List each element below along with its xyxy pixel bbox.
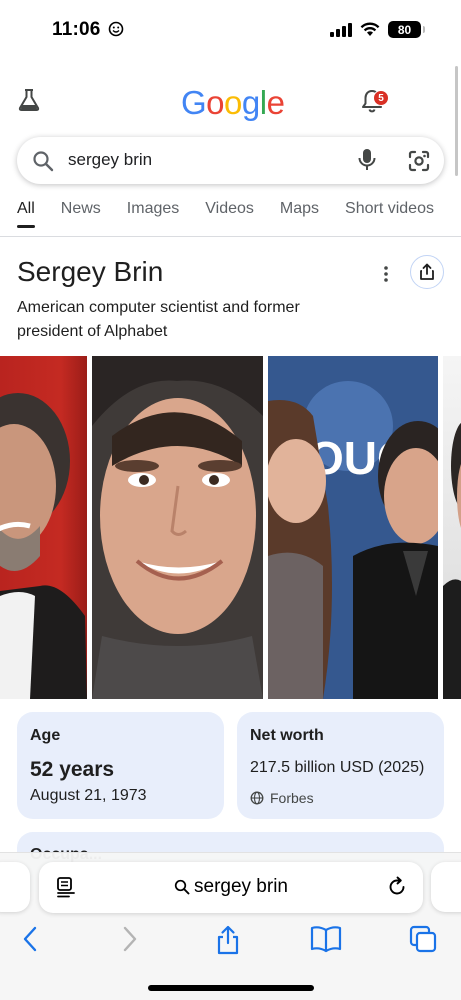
photo-partial[interactable] (443, 356, 461, 699)
scrollbar[interactable] (455, 66, 458, 176)
battery-indicator: 80 (388, 21, 425, 38)
photo-event-with-woman[interactable]: OUG (268, 356, 438, 699)
tab-videos[interactable]: Videos (205, 200, 254, 228)
address-content[interactable]: sergey brin (39, 876, 423, 898)
logo-letter: o (206, 84, 225, 121)
bookmarks-icon[interactable] (309, 924, 343, 959)
source-name: Forbes (270, 790, 314, 806)
net-worth-source[interactable]: Forbes (250, 790, 314, 806)
reload-icon[interactable] (386, 876, 408, 903)
photo-red-background[interactable] (0, 356, 87, 699)
back-icon[interactable] (20, 924, 40, 959)
logo-letter: o (224, 84, 242, 121)
search-tabs: All News Images Videos Maps Short videos (17, 200, 460, 236)
next-tab-preview[interactable] (431, 862, 461, 912)
browser-nav-row (0, 922, 461, 958)
age-card[interactable]: Age 52 years August 21, 1973 (17, 712, 224, 819)
more-options-icon[interactable] (379, 262, 393, 291)
image-carousel[interactable]: OUG (0, 356, 461, 699)
address-search-icon (174, 879, 190, 895)
wifi-icon (360, 22, 380, 36)
battery-level: 80 (397, 22, 412, 37)
logo-letter: l (259, 84, 267, 121)
search-icon (31, 149, 55, 178)
net-worth-label: Net worth (250, 727, 324, 744)
photo-closeup-portrait[interactable] (92, 356, 263, 699)
google-lens-icon[interactable] (407, 149, 431, 178)
forward-icon[interactable] (120, 924, 140, 959)
status-time: 11:06 (52, 19, 124, 41)
share-button[interactable] (410, 255, 444, 289)
logo-letter: e (266, 84, 285, 121)
tabs-overview-icon[interactable] (408, 924, 438, 959)
knowledge-panel-subtitle: American computer scientist and former p… (17, 299, 300, 340)
status-bar: 11:06 80 (0, 0, 461, 60)
tab-images[interactable]: Images (127, 200, 179, 228)
share-icon (420, 263, 434, 280)
age-label: Age (30, 727, 61, 744)
address-bar[interactable]: sergey brin (39, 862, 423, 913)
search-input[interactable]: sergey brin (68, 150, 152, 170)
net-worth-card[interactable]: Net worth 217.5 billion USD (2025) Forbe… (237, 712, 444, 819)
birth-date: August 21, 1973 (30, 787, 147, 804)
age-value: 52 years (30, 758, 115, 781)
signal-icon (330, 22, 352, 37)
net-worth-value: 217.5 billion USD (2025) (250, 759, 425, 776)
address-text[interactable]: sergey brin (194, 876, 288, 898)
globe-icon (250, 791, 264, 805)
clock-text: 11:06 (52, 19, 101, 40)
google-header: Google 5 (0, 78, 461, 128)
search-box[interactable]: sergey brin (17, 137, 444, 184)
home-indicator (148, 985, 314, 991)
tab-news[interactable]: News (61, 200, 101, 228)
voice-search-mic-icon[interactable] (357, 147, 377, 178)
previous-tab-preview[interactable] (0, 862, 30, 912)
labs-flask-icon[interactable] (16, 88, 42, 117)
tabs-divider (0, 236, 461, 237)
tab-maps[interactable]: Maps (280, 200, 319, 228)
tab-short-videos[interactable]: Short videos (345, 200, 434, 228)
logo-letter: g (241, 84, 260, 121)
notification-badge: 5 (373, 90, 389, 106)
tab-all[interactable]: All (17, 200, 35, 228)
logo-letter: G (181, 84, 207, 121)
notification-count: 5 (378, 92, 384, 104)
knowledge-panel-title: Sergey Brin (17, 256, 164, 287)
google-logo[interactable]: Google (181, 84, 285, 122)
status-icons: 80 (330, 21, 425, 38)
smiley-icon (108, 21, 124, 37)
share-sheet-icon[interactable] (213, 924, 243, 961)
